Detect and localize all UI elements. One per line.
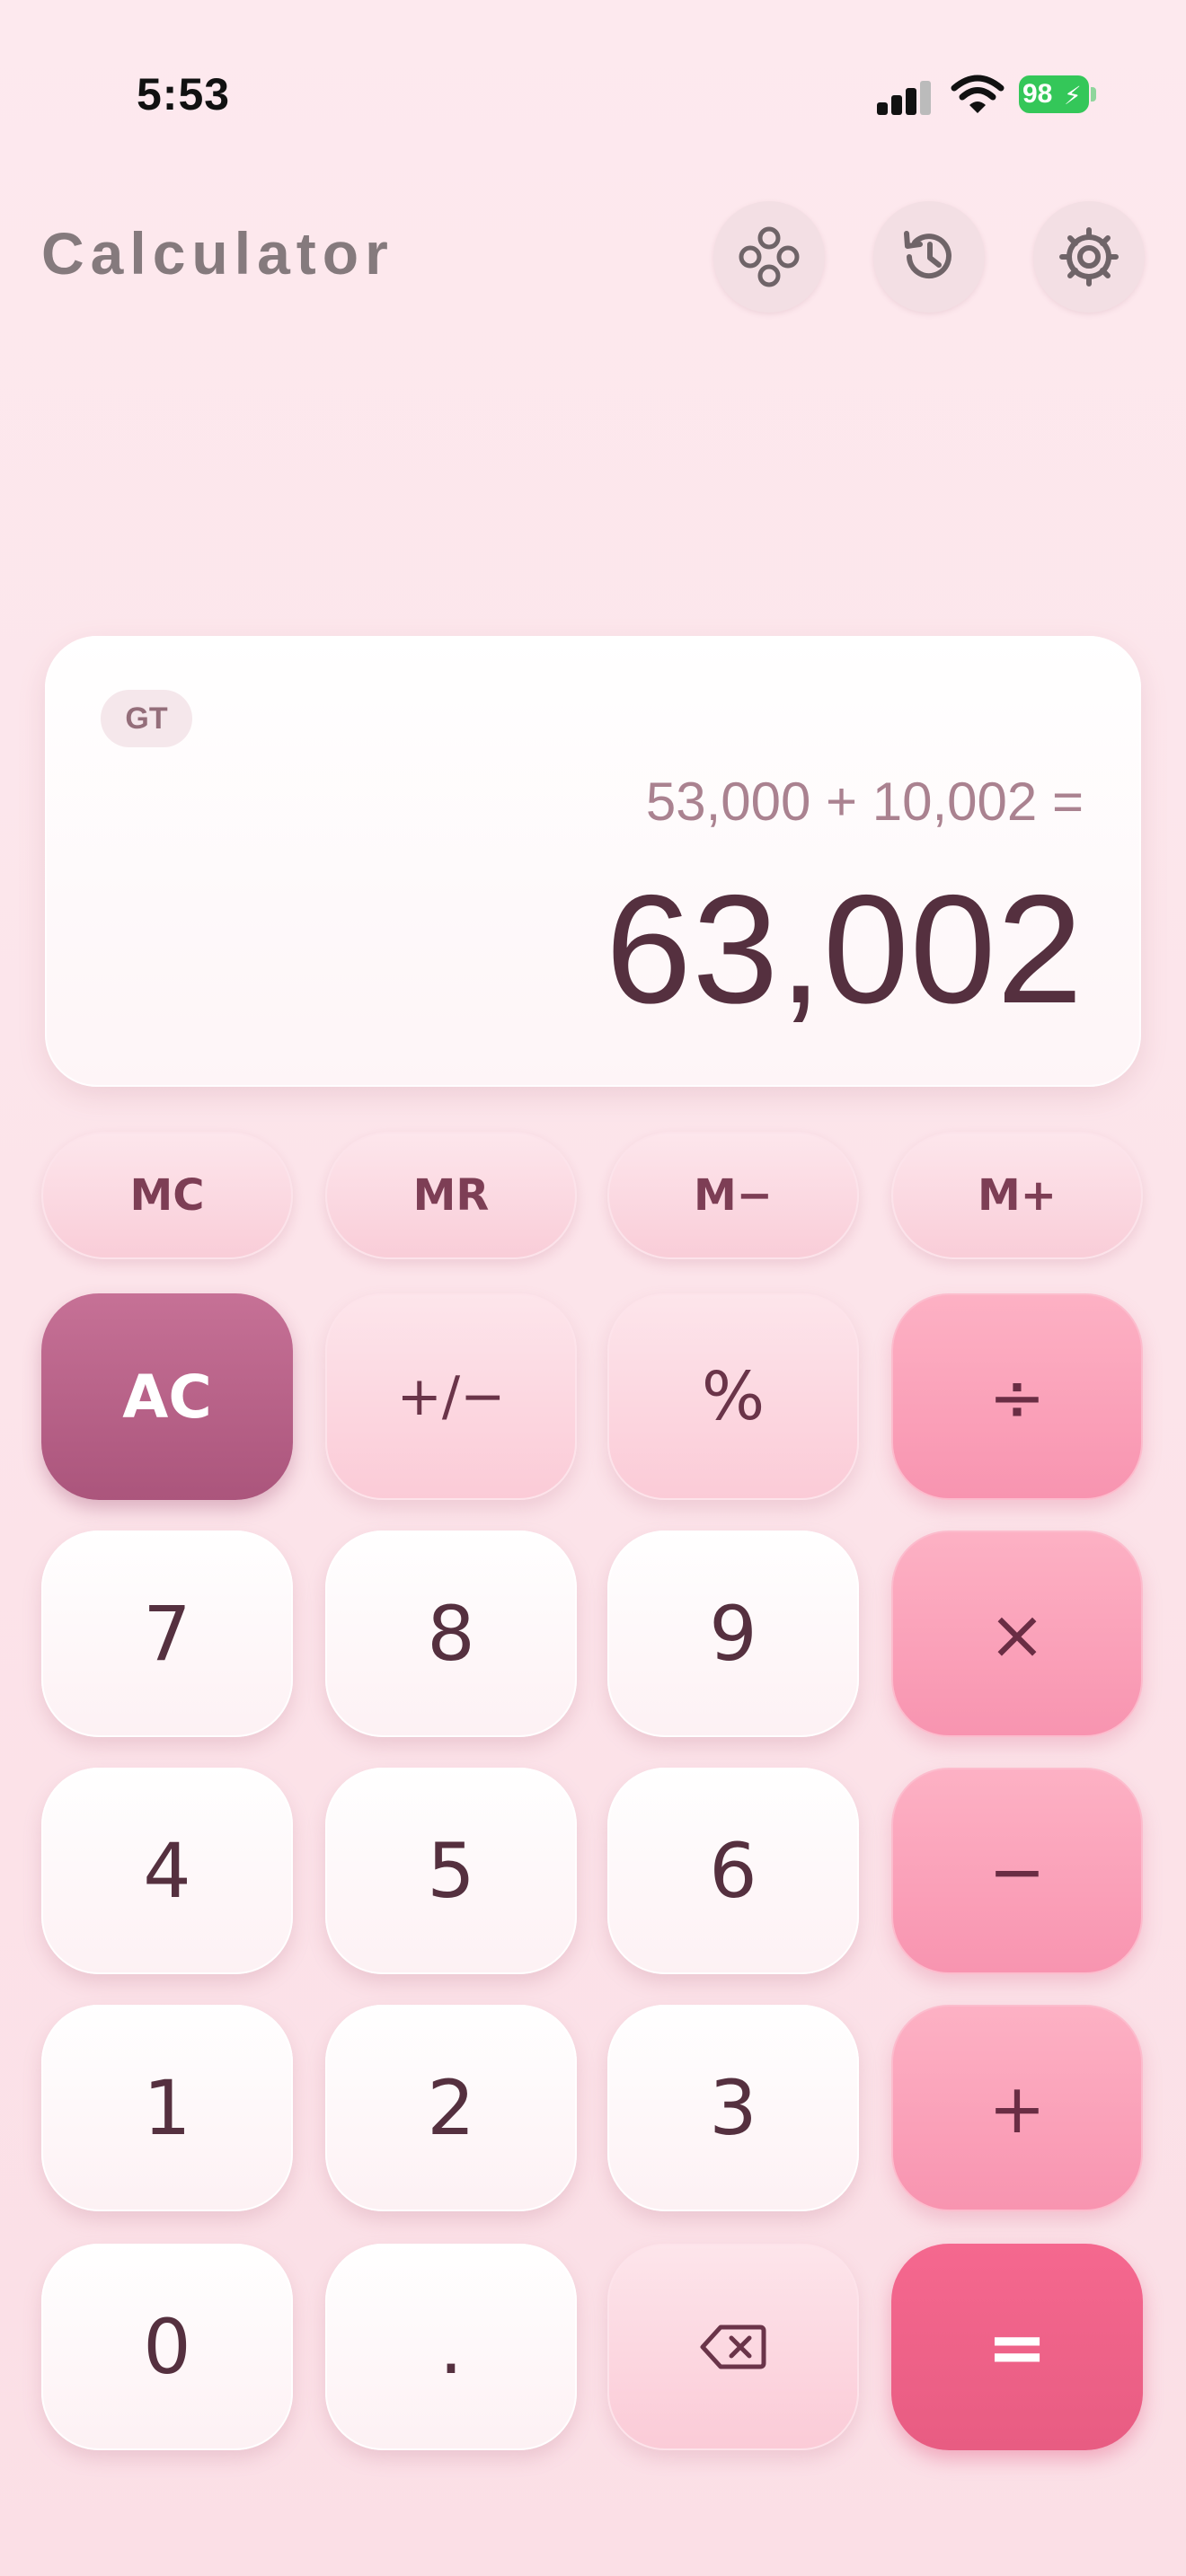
decimal-button[interactable]: .: [325, 2244, 577, 2450]
charging-bolt-icon: ⚡: [1064, 82, 1082, 110]
status-time: 5:53: [137, 69, 231, 119]
settings-icon: [1059, 227, 1119, 287]
themes-button[interactable]: [713, 201, 825, 313]
subtract-button[interactable]: −: [891, 1768, 1143, 1974]
battery-level: 98: [1022, 79, 1053, 109]
backspace-button[interactable]: [607, 2244, 859, 2450]
memory-add-button[interactable]: M+: [891, 1132, 1143, 1259]
all-clear-button[interactable]: AC: [41, 1293, 293, 1500]
digit-9-button[interactable]: 9: [607, 1531, 859, 1737]
memory-recall-button[interactable]: MR: [325, 1132, 577, 1259]
digit-5-button[interactable]: 5: [325, 1768, 577, 1974]
percent-button[interactable]: %: [607, 1293, 859, 1500]
digit-1-button[interactable]: 1: [41, 2005, 293, 2211]
multiply-button[interactable]: ×: [891, 1531, 1143, 1737]
history-button[interactable]: [873, 201, 985, 313]
app-title: Calculator: [41, 220, 394, 287]
digit-7-button[interactable]: 7: [41, 1531, 293, 1737]
display-card: GT 53,000 + 10,002 = 63,002: [45, 636, 1141, 1087]
themes-icon: [739, 226, 800, 287]
settings-button[interactable]: [1033, 201, 1145, 313]
grand-total-badge[interactable]: GT: [101, 690, 192, 747]
wifi-icon: [951, 72, 1005, 117]
history-icon: [904, 231, 951, 279]
result-display: 63,002: [605, 863, 1084, 1036]
backspace-icon: [700, 2325, 766, 2369]
equals-button[interactable]: =: [891, 2244, 1143, 2450]
plus-minus-button[interactable]: +/−: [325, 1293, 577, 1500]
expression-display: 53,000 + 10,002 =: [645, 772, 1084, 832]
digit-3-button[interactable]: 3: [607, 2005, 859, 2211]
cellular-signal-icon: [877, 79, 931, 115]
status-bar: 5:53 98 ⚡: [0, 0, 1186, 180]
digit-0-button[interactable]: 0: [41, 2244, 293, 2450]
memory-subtract-button[interactable]: M−: [607, 1132, 859, 1259]
digit-6-button[interactable]: 6: [607, 1768, 859, 1974]
digit-2-button[interactable]: 2: [325, 2005, 577, 2211]
battery-icon: 98 ⚡: [1019, 75, 1096, 113]
memory-clear-button[interactable]: MC: [41, 1132, 293, 1259]
digit-4-button[interactable]: 4: [41, 1768, 293, 1974]
digit-8-button[interactable]: 8: [325, 1531, 577, 1737]
add-button[interactable]: +: [891, 2005, 1143, 2211]
divide-button[interactable]: ÷: [891, 1293, 1143, 1500]
